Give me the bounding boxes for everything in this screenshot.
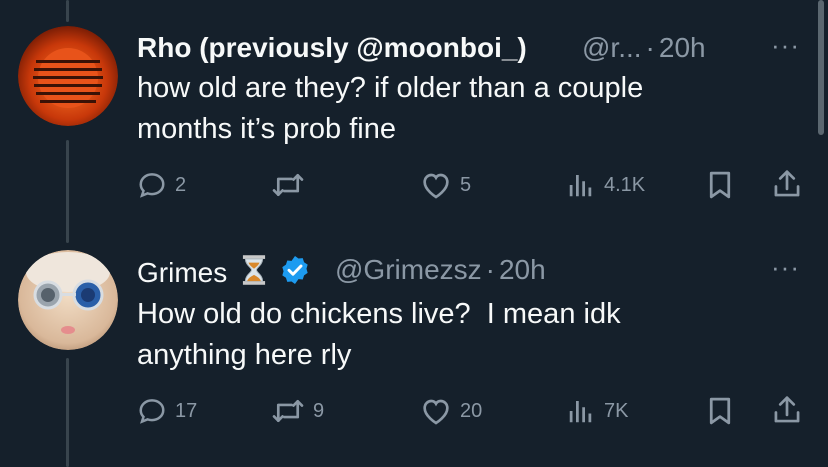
handle-and-time[interactable]: @r... · 20h: [582, 32, 706, 64]
share-button[interactable]: [772, 394, 802, 426]
timestamp[interactable]: 20h: [499, 254, 546, 285]
reply-button[interactable]: 17: [137, 396, 197, 426]
reply-count: 17: [175, 399, 198, 422]
bookmark-icon: [709, 397, 731, 425]
reply-button[interactable]: 2: [137, 170, 186, 200]
handle[interactable]: @r...: [582, 32, 642, 63]
tweet-text-line: how old are they? if older than a couple: [137, 72, 644, 104]
display-name[interactable]: Grimes: [137, 257, 227, 288]
bookmark-button[interactable]: [706, 396, 734, 426]
share-icon: [774, 396, 800, 423]
thread-line-bottom: [66, 358, 69, 467]
avatar-grimes[interactable]: [18, 250, 118, 350]
like-button[interactable]: 20: [420, 396, 482, 426]
thread-line-top: [66, 0, 69, 22]
display-name[interactable]: Rho (previously @moonboi_): [137, 32, 527, 64]
like-count: 20: [460, 399, 483, 422]
reply-icon: [139, 173, 165, 198]
scrollbar[interactable]: [818, 0, 824, 135]
display-name-row[interactable]: Grimes: [137, 254, 311, 293]
tweet-text: how old are they? if older than a couple…: [137, 68, 777, 150]
tweet-text-line: months it’s prob fine: [137, 113, 396, 145]
share-button[interactable]: [772, 168, 802, 200]
more-options-icon[interactable]: ···: [771, 252, 800, 283]
views-icon: [569, 401, 592, 423]
share-icon: [774, 170, 800, 197]
handle[interactable]: @Grimezsz: [335, 254, 482, 285]
timestamp[interactable]: 20h: [659, 32, 706, 63]
view-count: 7K: [604, 399, 629, 422]
views-button[interactable]: 7K: [566, 396, 628, 426]
like-icon: [423, 173, 449, 199]
separator: ·: [485, 254, 495, 285]
thread-line-middle: [66, 140, 69, 243]
like-icon: [423, 399, 449, 425]
tweet-text-line: How old do chickens live? I mean idk: [137, 298, 621, 330]
like-button[interactable]: 5: [420, 170, 471, 200]
reply-icon: [139, 399, 165, 424]
avatar-rho[interactable]: [18, 26, 118, 126]
bookmark-icon: [709, 171, 731, 199]
more-options-icon[interactable]: ···: [771, 30, 800, 61]
handle-and-time[interactable]: @Grimezsz · 20h: [335, 254, 546, 286]
tweet-text: How old do chickens live? I mean idk any…: [137, 294, 777, 376]
views-icon: [569, 175, 592, 197]
like-count: 5: [460, 173, 472, 196]
repost-count: 9: [313, 399, 325, 422]
view-count: 4.1K: [604, 173, 646, 196]
tweet-text-line: anything here rly: [137, 339, 352, 371]
repost-button[interactable]: 9: [271, 396, 324, 426]
repost-icon: [272, 173, 304, 197]
views-button[interactable]: 4.1K: [566, 170, 645, 200]
bookmark-button[interactable]: [706, 170, 734, 200]
repost-button[interactable]: [271, 170, 313, 200]
verified-badge-icon[interactable]: [279, 254, 311, 293]
separator: ·: [645, 32, 655, 63]
reply-count: 2: [175, 173, 187, 196]
hourglass-emoji-icon: [239, 254, 269, 293]
repost-icon: [272, 399, 304, 423]
